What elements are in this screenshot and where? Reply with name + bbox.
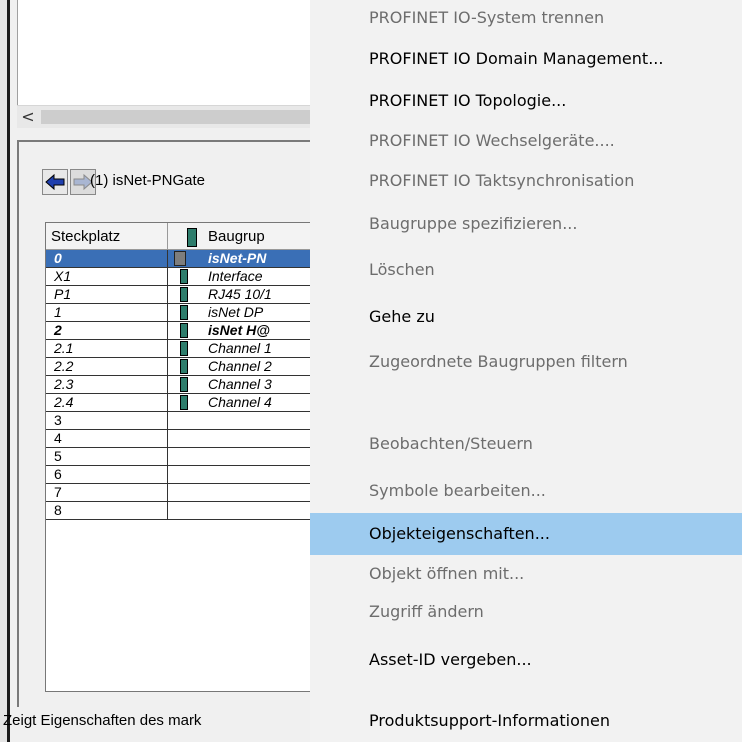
table-row[interactable]: 3	[46, 412, 318, 430]
menu-item-profinet-io-topologie[interactable]: PROFINET IO Topologie...	[310, 81, 742, 121]
status-bar: Zeigt Eigenschaften des mark	[3, 712, 202, 729]
table-row[interactable]: P1 RJ45 10/1	[46, 286, 318, 304]
menu-item-asset-id-vergeben[interactable]: Asset-ID vergeben...	[310, 640, 742, 680]
column-header-module-label: Baugrup	[208, 228, 265, 245]
arrow-left-icon	[45, 173, 65, 191]
module-icon	[180, 323, 188, 338]
menu-item-symbole-bearbeiten[interactable]: Symbole bearbeiten...	[310, 469, 742, 513]
slot-cell: 3	[46, 412, 168, 429]
menu-item-profinet-io-system-trennen[interactable]: PROFINET IO-System trennen	[310, 0, 742, 36]
module-cell: Channel 1	[208, 340, 272, 356]
module-cell	[168, 448, 318, 465]
module-icon	[180, 305, 188, 320]
menu-item-zugeordnete-baugruppen-filtern[interactable]: Zugeordnete Baugruppen filtern	[310, 341, 742, 383]
table-row[interactable]: 4	[46, 430, 318, 448]
module-cell	[168, 466, 318, 483]
menu-item-objekt-öffnen-mit[interactable]: Objekt öffnen mit...	[310, 555, 742, 593]
window-left-edge	[0, 0, 7, 742]
menu-item-zugriff-ändern[interactable]: Zugriff ändern	[310, 593, 742, 631]
slot-cell: 8	[46, 502, 168, 519]
slot-cell: 7	[46, 484, 168, 501]
module-icon	[180, 395, 188, 410]
column-header-slot[interactable]: Steckplatz	[46, 223, 168, 250]
table-row[interactable]: 5	[46, 448, 318, 466]
table-row[interactable]: 2 isNet H@	[46, 322, 318, 340]
module-icon	[180, 269, 188, 284]
menu-item-produktsupport-informationen[interactable]: Produktsupport-Informationen	[310, 700, 742, 742]
module-icon	[180, 359, 188, 374]
table-row[interactable]: 8	[46, 502, 318, 520]
module-cell: Channel 3	[208, 376, 272, 392]
table-row[interactable]: 2.4 Channel 4	[46, 394, 318, 412]
slot-cell: 6	[46, 466, 168, 483]
slot-cell: 2.2	[46, 358, 168, 375]
table-row[interactable]: 6	[46, 466, 318, 484]
module-cell	[168, 484, 318, 501]
module-icon	[180, 377, 188, 392]
slot-cell: 2.1	[46, 340, 168, 357]
station-title: (1) isNet-PNGate	[90, 172, 206, 189]
table-row[interactable]: 0 isNet-PN	[46, 250, 318, 268]
menu-item-profinet-io-wechselgeräte[interactable]: PROFINET IO Wechselgeräte....	[310, 121, 742, 161]
table-row[interactable]: 1 isNet DP	[46, 304, 318, 322]
menu-item-löschen[interactable]: Löschen	[310, 247, 742, 293]
module-cell: RJ45 10/1	[208, 286, 272, 302]
scrollbar-thumb[interactable]	[41, 110, 317, 124]
table-row[interactable]: X1 Interface	[46, 268, 318, 286]
module-cell: isNet-PN	[168, 250, 318, 267]
slot-cell: 2.3	[46, 376, 168, 393]
module-cell: Channel 4	[208, 394, 272, 410]
module-cell	[168, 430, 318, 447]
module-cell	[168, 502, 318, 519]
scroll-left-button[interactable]: <	[17, 106, 39, 128]
table-row[interactable]: 2.1 Channel 1	[46, 340, 318, 358]
table-row[interactable]: 2.3 Channel 3	[46, 376, 318, 394]
back-arrow-button[interactable]	[42, 169, 68, 195]
slot-cell: 4	[46, 430, 168, 447]
slot-cell: 2	[46, 322, 168, 339]
module-cell: Channel 2	[208, 358, 272, 374]
menu-item-gehe-zu[interactable]: Gehe zu	[310, 293, 742, 341]
slot-cell: 0	[46, 250, 168, 267]
module-icon	[180, 341, 188, 356]
module-cell: Interface	[208, 268, 263, 284]
module-icon	[180, 287, 188, 302]
menu-item-profinet-io-domain-management[interactable]: PROFINET IO Domain Management...	[310, 36, 742, 81]
table-row[interactable]: 2.2 Channel 2	[46, 358, 318, 376]
slot-cell: 1	[46, 304, 168, 321]
module-cell: isNet H@	[208, 322, 270, 338]
slot-table[interactable]: Steckplatz Baugrup 0 isNet-PN X1 Interface P…	[45, 222, 319, 692]
menu-item-objekteigenschaften[interactable]: Objekteigenschaften...	[310, 513, 742, 555]
slot-cell: X1	[46, 268, 168, 285]
module-icon	[187, 228, 197, 247]
window-border	[7, 0, 10, 742]
module-cell	[168, 412, 318, 429]
horizontal-scrollbar[interactable]: <	[17, 105, 317, 128]
menu-item-beobachten-steuern[interactable]: Beobachten/Steuern	[310, 419, 742, 469]
slot-cell: 5	[46, 448, 168, 465]
slot-cell: 2.4	[46, 394, 168, 411]
menu-item-baugruppe-spezifizieren[interactable]: Baugruppe spezifizieren...	[310, 201, 742, 247]
station-overview-panel[interactable]	[17, 0, 318, 105]
module-cell: isNet DP	[208, 304, 264, 320]
table-row[interactable]: 7	[46, 484, 318, 502]
module-icon	[174, 251, 186, 266]
column-header-module[interactable]: Baugrup	[168, 223, 318, 250]
menu-item-profinet-io-taktsynchronisation[interactable]: PROFINET IO Taktsynchronisation	[310, 161, 742, 201]
context-menu: PROFINET IO-System trennen PROFINET IO Do…	[310, 0, 742, 742]
slot-cell: P1	[46, 286, 168, 303]
